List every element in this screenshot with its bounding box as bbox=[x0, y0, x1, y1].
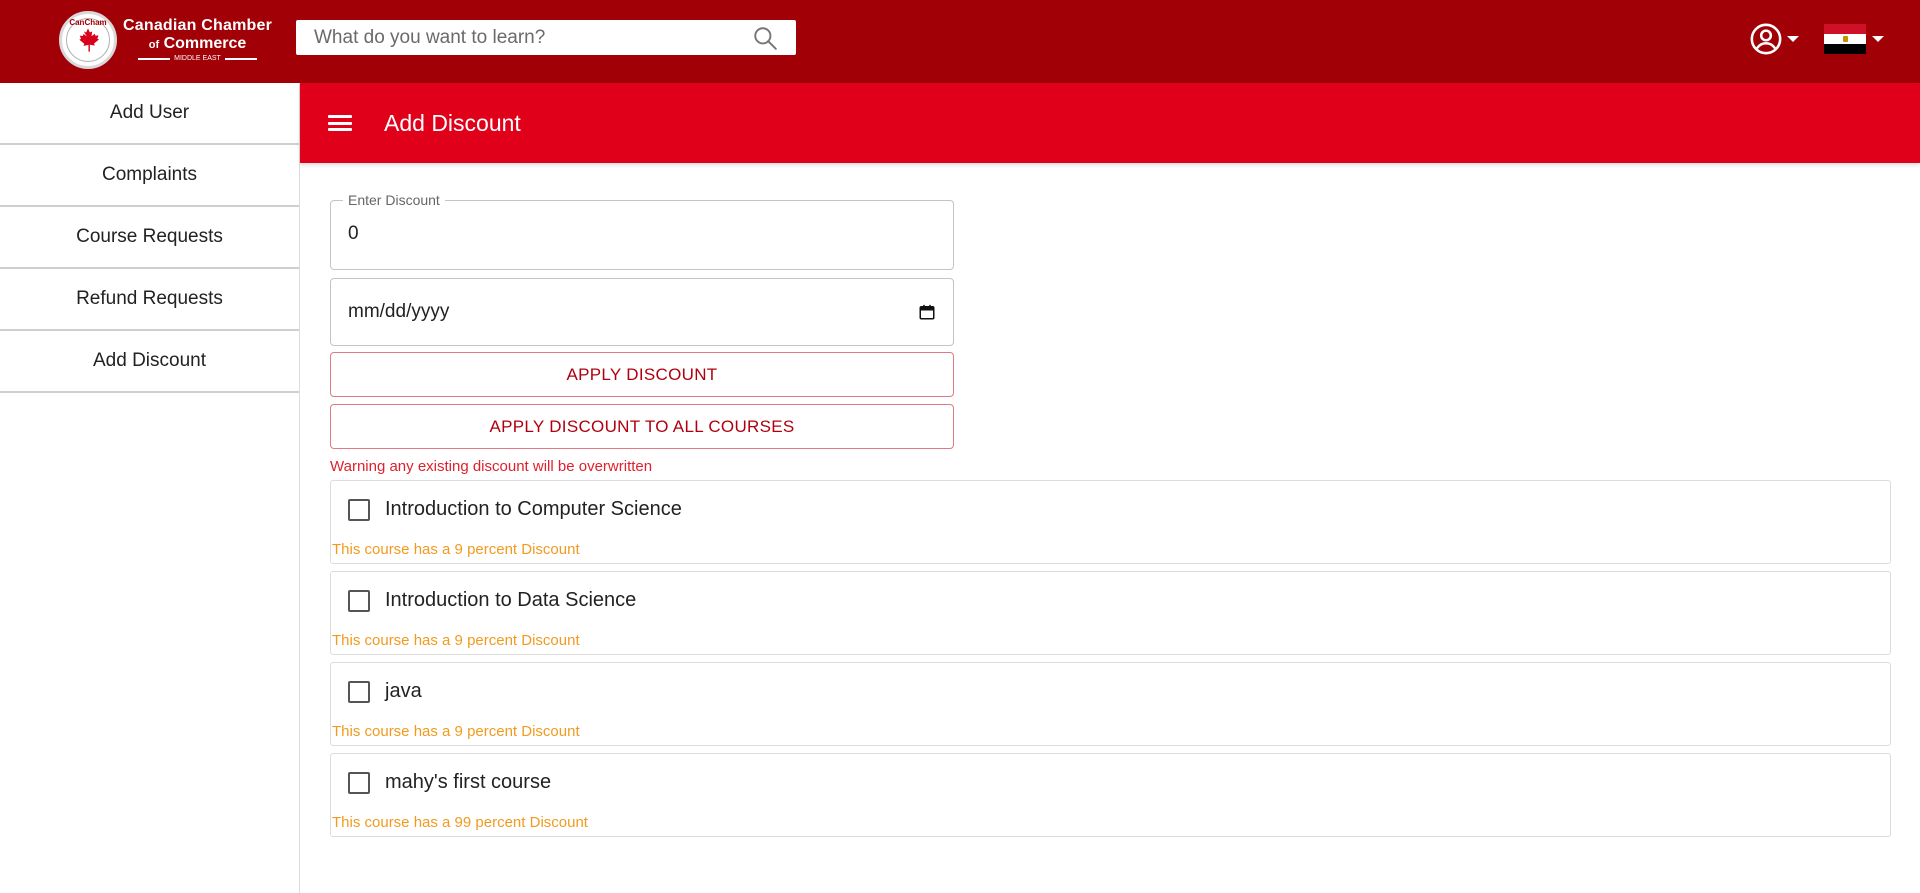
discount-input[interactable] bbox=[348, 223, 908, 245]
canadian-chamber-logo[interactable]: CanCham Canadian Chamber of Commerce MID… bbox=[59, 10, 272, 70]
top-navbar: CanCham Canadian Chamber of Commerce MID… bbox=[0, 0, 1920, 83]
overwrite-warning: Warning any existing discount will be ov… bbox=[330, 458, 653, 475]
search-icon[interactable] bbox=[752, 25, 778, 51]
course-discount-note: This course has a 99 percent Discount bbox=[332, 814, 588, 831]
admin-sidebar: Add User Complaints Course Requests Refu… bbox=[0, 83, 300, 893]
course-checkbox[interactable] bbox=[348, 680, 370, 703]
page-header: Add Discount bbox=[300, 83, 1920, 163]
course-checkbox[interactable] bbox=[348, 498, 370, 521]
course-checkbox[interactable] bbox=[348, 589, 370, 612]
hamburger-menu-icon[interactable] bbox=[328, 113, 352, 133]
course-name: Introduction to Computer Science bbox=[385, 498, 682, 520]
course-name: Introduction to Data Science bbox=[385, 589, 637, 611]
chevron-down-icon bbox=[1787, 36, 1799, 42]
course-discount-note: This course has a 9 percent Discount bbox=[332, 632, 580, 649]
logo-wordmark: Canadian Chamber of Commerce MIDDLE EAST bbox=[123, 17, 273, 63]
discount-field: Enter Discount bbox=[330, 192, 954, 270]
sidebar-item-complaints[interactable]: Complaints bbox=[0, 145, 299, 207]
list-item: Introduction to Data Science This course… bbox=[330, 571, 1891, 655]
sidebar-item-course-requests[interactable]: Course Requests bbox=[0, 207, 299, 269]
search-input[interactable] bbox=[314, 26, 752, 49]
account-circle-icon bbox=[1750, 23, 1782, 55]
language-menu-button[interactable] bbox=[1824, 24, 1884, 54]
calendar-icon[interactable] bbox=[918, 303, 936, 321]
course-discount-note: This course has a 9 percent Discount bbox=[332, 723, 580, 740]
discount-form: Enter Discount bbox=[330, 192, 954, 270]
list-item: Introduction to Computer Science This co… bbox=[330, 480, 1891, 564]
course-name: mahy's first course bbox=[385, 771, 552, 793]
egypt-flag-icon bbox=[1824, 24, 1866, 54]
sidebar-item-add-user[interactable]: Add User bbox=[0, 83, 299, 145]
apply-discount-button[interactable]: APPLY DISCOUNT bbox=[330, 352, 954, 397]
course-name: java bbox=[385, 680, 422, 702]
page-title: Add Discount bbox=[384, 109, 521, 136]
list-item: mahy's first course This course has a 99… bbox=[330, 753, 1891, 837]
sidebar-item-add-discount[interactable]: Add Discount bbox=[0, 331, 299, 393]
course-checkbox[interactable] bbox=[348, 771, 370, 794]
chevron-down-icon bbox=[1872, 36, 1884, 42]
discount-field-label: Enter Discount bbox=[343, 192, 445, 208]
list-item: java This course has a 9 percent Discoun… bbox=[330, 662, 1891, 746]
course-discount-note: This course has a 9 percent Discount bbox=[332, 541, 580, 558]
search-bar bbox=[296, 20, 796, 55]
date-field[interactable]: mm/dd/yyyy bbox=[330, 278, 954, 346]
apply-discount-all-button[interactable]: APPLY DISCOUNT TO ALL COURSES bbox=[330, 404, 954, 449]
sidebar-item-refund-requests[interactable]: Refund Requests bbox=[0, 269, 299, 331]
date-input[interactable]: mm/dd/yyyy bbox=[348, 301, 918, 323]
account-menu-button[interactable] bbox=[1749, 22, 1799, 56]
maple-leaf-seal-icon: CanCham bbox=[59, 11, 117, 69]
